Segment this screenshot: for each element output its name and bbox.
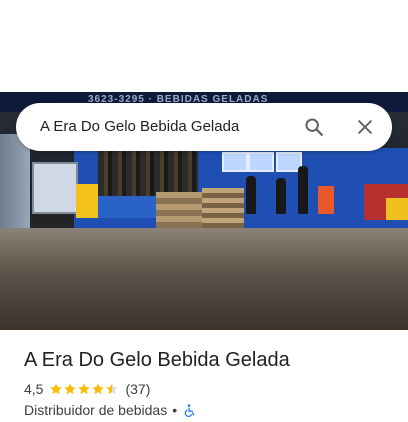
half-star-icon [106, 383, 119, 395]
search-button[interactable] [298, 111, 330, 143]
star-icon [50, 383, 63, 395]
person [246, 176, 256, 214]
screen [248, 152, 274, 172]
separator-dot: • [172, 402, 178, 418]
pallet-stack [156, 192, 202, 228]
clear-search-button[interactable] [349, 111, 381, 143]
place-info-panel: A Era Do Gelo Bebida Gelada 4,5 (37) Dis… [24, 346, 394, 419]
rating-value: 4,5 [24, 381, 44, 397]
search-bar[interactable]: A Era Do Gelo Bebida Gelada [16, 103, 392, 151]
star-icon [78, 383, 91, 395]
place-title[interactable]: A Era Do Gelo Bebida Gelada [24, 346, 394, 374]
cooler [32, 162, 78, 214]
display-stand [76, 184, 98, 218]
person [276, 178, 286, 214]
close-icon [358, 120, 372, 134]
star-icon [92, 383, 105, 395]
screen [222, 152, 248, 172]
pallet-stack [202, 188, 244, 228]
review-count[interactable]: (37) [125, 380, 150, 398]
rating-row[interactable]: 4,5 (37) [24, 380, 394, 398]
counter [98, 196, 156, 218]
poster [318, 186, 334, 214]
search-query-text[interactable]: A Era Do Gelo Bebida Gelada [40, 118, 239, 135]
star-rating [49, 382, 119, 396]
category-row: Distribuidor de bebidas • [24, 401, 394, 419]
top-blank-area [0, 0, 408, 92]
place-category: Distribuidor de bebidas [24, 402, 168, 418]
wheelchair-accessible-icon[interactable] [182, 403, 196, 418]
search-icon [305, 118, 323, 136]
bottle-shelf [98, 150, 198, 196]
star-icon [64, 383, 77, 395]
person [298, 166, 308, 214]
display-stand [386, 198, 408, 220]
store-floor [0, 228, 408, 330]
